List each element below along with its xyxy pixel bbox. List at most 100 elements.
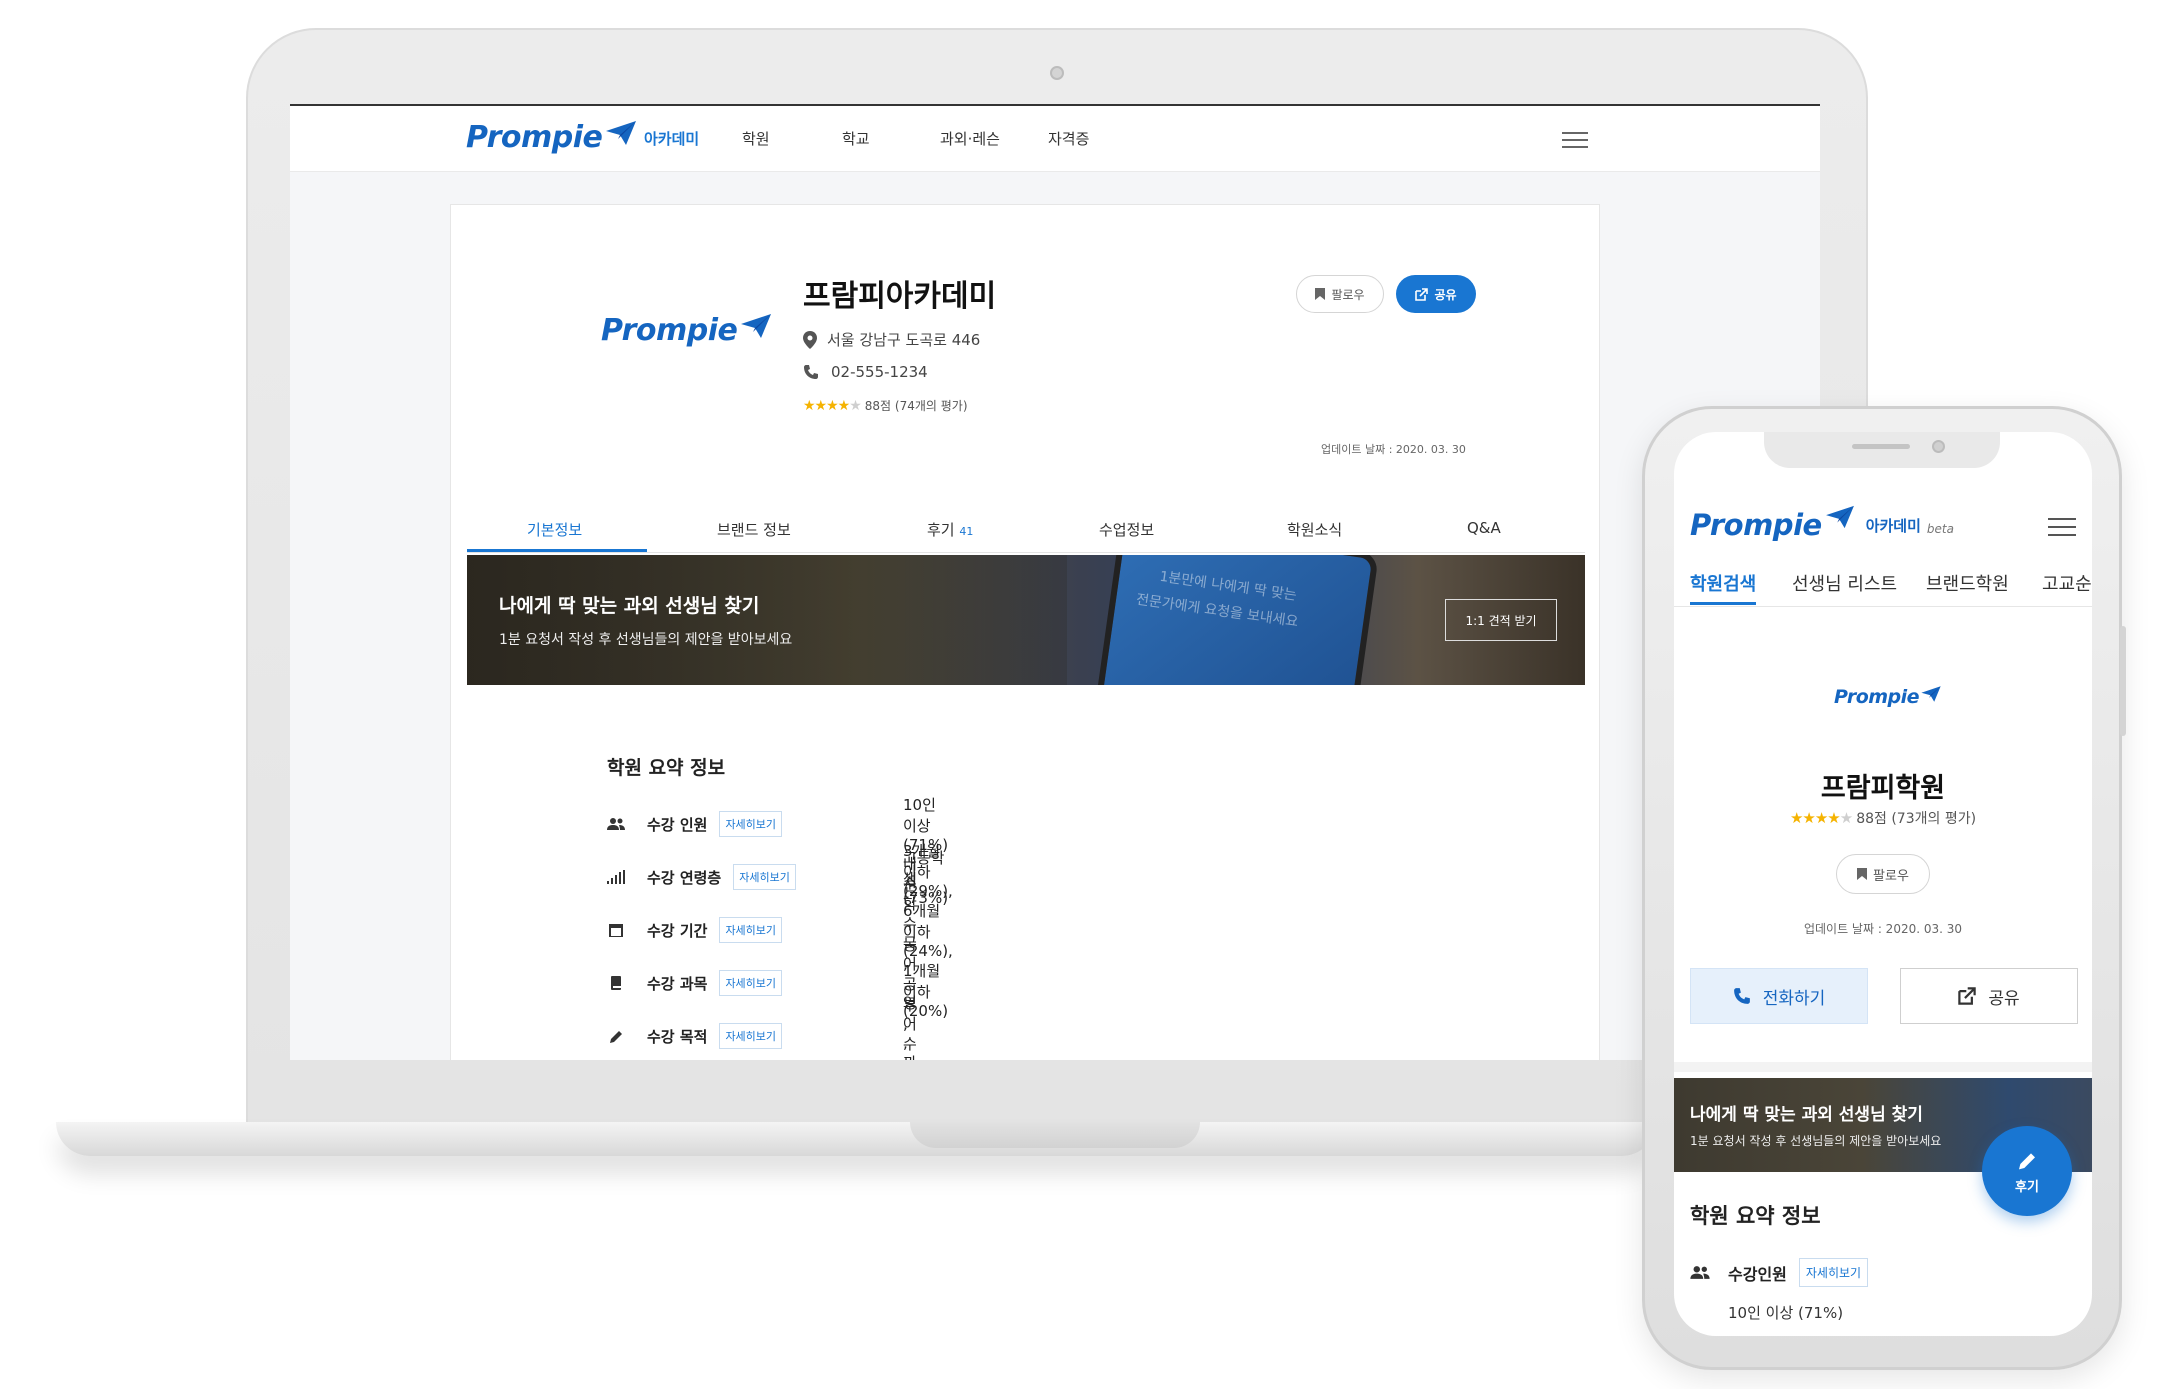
- tab-news[interactable]: 학원소식: [1287, 519, 1342, 540]
- laptop-notch: [910, 1122, 1200, 1148]
- summary-row-duration: 수강 기간 자세히보기 3개월 이하 (29%), 6개월 이하 (24%), …: [607, 842, 953, 1020]
- phone-follow-label: 팔로우: [1873, 868, 1909, 884]
- phone-updated-date: 업데이트 날짜 : 2020. 03. 30: [1803, 922, 1963, 936]
- phone-side-button: [2120, 626, 2126, 736]
- summary-row-purpose: 수강 목적 자세히보기 내신 , 수능 , 공부 , 수능대비 , 성적 향상: [607, 855, 917, 1060]
- follow-button[interactable]: 팔로우: [1296, 275, 1384, 313]
- tab-basic-info[interactable]: 기본정보: [527, 519, 582, 540]
- phone-detail-button[interactable]: 자세히보기: [1798, 1258, 1869, 1287]
- phone-camera: [1932, 440, 1945, 453]
- summary-row-subjects: 수강 과목 자세히보기 수학 , 국어 , 영어 , 과학: [607, 874, 917, 1060]
- updated-date: 업데이트 날짜 : 2020. 03. 30: [1321, 443, 1466, 456]
- phone-banner-title: 나에게 딱 맞는 과외 선생님 찾기: [1690, 1105, 1923, 1125]
- users-icon: [607, 818, 625, 830]
- phone-share-label: 공유: [1988, 988, 2020, 1009]
- bookmark-icon: [1315, 288, 1326, 300]
- tab-qna[interactable]: Q&A: [1467, 519, 1501, 537]
- nav-item-certificate[interactable]: 자격증: [1048, 128, 1089, 149]
- review-fab-label: 후기: [2015, 1179, 2039, 1195]
- signal-bars-icon: [607, 870, 625, 884]
- detail-button[interactable]: 자세히보기: [719, 1023, 783, 1049]
- share-label: 공유: [1434, 287, 1457, 302]
- nav-item-tutoring[interactable]: 과외·레슨: [940, 128, 1000, 149]
- logo-text: Prompie: [466, 120, 603, 155]
- address-row: 서울 강남구 도곡로 446: [803, 329, 980, 350]
- rating-text: 88점 (74개의 평가): [864, 399, 968, 413]
- nav-item-hagwon[interactable]: 학원: [742, 128, 770, 149]
- summary-label: 수강 목적: [647, 1027, 708, 1046]
- nav-item-school[interactable]: 학교: [842, 128, 870, 149]
- phone-academy-logo-text: Prompie: [1834, 686, 1920, 708]
- academy-logo-text: Prompie: [601, 313, 738, 348]
- banner-subtitle: 1분 요청서 작성 후 선생님들의 제안을 받아보세요: [499, 632, 793, 648]
- review-fab[interactable]: 후기: [1982, 1126, 2072, 1216]
- summary-value: 내신 , 수능 , 공부 , 수능대비 , 성적 향상: [903, 855, 917, 1060]
- phone-share-button[interactable]: 공유: [1900, 968, 2078, 1024]
- banner-overlay: [467, 555, 1067, 685]
- phone-section-label: 아카데미: [1865, 517, 1921, 535]
- phone-notch: [1764, 432, 2000, 468]
- phone-follow-button[interactable]: 팔로우: [1836, 854, 1930, 894]
- logo[interactable]: Prompie: [466, 120, 638, 155]
- phone-tab-divider: [1674, 606, 2092, 607]
- nav-item-academy[interactable]: 아카데미: [644, 128, 699, 149]
- pencil-icon: [610, 1031, 622, 1043]
- phone-hamburger-icon[interactable]: [2048, 518, 2076, 536]
- quote-request-button[interactable]: 1:1 견적 받기: [1445, 599, 1557, 641]
- tutor-banner[interactable]: 1분만에 나에게 딱 맞는 전문가에게 요청을 보내세요 나에게 딱 맞는 과외…: [467, 555, 1585, 685]
- rating-row: ★★★★★ 88점 (74개의 평가): [803, 397, 968, 414]
- rating-stars-icon: ★★★★★: [803, 397, 862, 414]
- phone-logo[interactable]: Prompie: [1690, 508, 1822, 542]
- bookmark-icon: [1857, 868, 1868, 880]
- paper-plane-icon: [606, 120, 637, 145]
- academy-name: 프람피아카데미: [803, 279, 997, 314]
- detail-button[interactable]: 자세히보기: [719, 811, 783, 837]
- location-pin-icon: [803, 330, 817, 349]
- summary-label: 수강 인원: [647, 815, 708, 834]
- phone-number[interactable]: 02-555-1234: [831, 363, 928, 381]
- tab-class-info[interactable]: 수업정보: [1099, 519, 1154, 540]
- summary-list: 수강 인원 자세히보기 10인 이상 (71%) 수강 연령층 자세히보기 고등…: [607, 796, 1507, 1060]
- laptop-base: [56, 1122, 1656, 1156]
- external-link-icon: [1958, 987, 1977, 1005]
- phone-header: Prompie 아카데미 beta: [1690, 504, 1954, 542]
- phone-active-tab-indicator: [1690, 602, 1756, 605]
- detail-button[interactable]: 자세히보기: [733, 864, 796, 890]
- phone-tab-search[interactable]: 학원검색: [1690, 570, 1756, 596]
- tab-brand-info[interactable]: 브랜드 정보: [717, 519, 791, 540]
- summary-label: 수강 기간: [647, 921, 708, 940]
- phone-tab-teachers[interactable]: 선생님 리스트: [1792, 570, 1897, 596]
- phone-section-divider: [1674, 1062, 2092, 1072]
- academy-card: Prompie 프람피아카데미 서울 강남구 도곡로 446 02-555-12…: [450, 204, 1600, 1060]
- laptop-camera: [1050, 66, 1064, 80]
- tab-reviews[interactable]: 후기 41: [927, 519, 973, 540]
- follow-label: 팔로우: [1331, 287, 1365, 302]
- phone-banner-subtitle: 1분 요청서 작성 후 선생님들의 제안을 받아보세요: [1690, 1134, 1942, 1148]
- phone-rating-stars-icon: ★★★★★: [1789, 809, 1853, 827]
- detail-button[interactable]: 자세히보기: [719, 970, 783, 996]
- users-icon: [1690, 1266, 1710, 1279]
- tab-reviews-count: 41: [959, 525, 974, 538]
- phone-tab-highschool[interactable]: 고교순: [2042, 570, 2092, 596]
- beta-badge: beta: [1926, 522, 1954, 536]
- paper-plane-icon: [1921, 686, 1941, 702]
- phone-summary-row: 수강인원 자세히보기: [1690, 1258, 1869, 1287]
- share-button[interactable]: 공유: [1396, 275, 1476, 313]
- call-button[interactable]: 전화하기: [1690, 968, 1868, 1024]
- summary-title: 학원 요약 정보: [607, 757, 726, 779]
- paper-plane-icon: [1825, 505, 1854, 529]
- phone-summary-label: 수강인원: [1728, 1264, 1787, 1284]
- phone-summary-value: 10인 이상 (71%): [1728, 1304, 1844, 1322]
- phone-tab-brand[interactable]: 브랜드학원: [1926, 570, 2009, 596]
- laptop-screen: Prompie 아카데미 학원 학교 과외·레슨 자격증 Prompie 프람피…: [290, 104, 1820, 1060]
- phone-rating-row: ★★★★★ 88점 (73개의 평가): [1674, 808, 2092, 828]
- banner-phone-graphic: 1분만에 나에게 딱 맞는 전문가에게 요청을 보내세요: [1095, 555, 1379, 685]
- banner-title: 나에게 딱 맞는 과외 선생님 찾기: [499, 595, 760, 617]
- hamburger-menu-icon[interactable]: [1562, 132, 1588, 148]
- calendar-icon: [609, 924, 623, 937]
- phone-rating-text: 88점 (73개의 평가): [1856, 811, 1977, 827]
- phone-row: 02-555-1234: [803, 363, 928, 381]
- phone-speaker: [1852, 444, 1910, 449]
- detail-button[interactable]: 자세히보기: [719, 917, 783, 943]
- book-icon: [611, 976, 621, 990]
